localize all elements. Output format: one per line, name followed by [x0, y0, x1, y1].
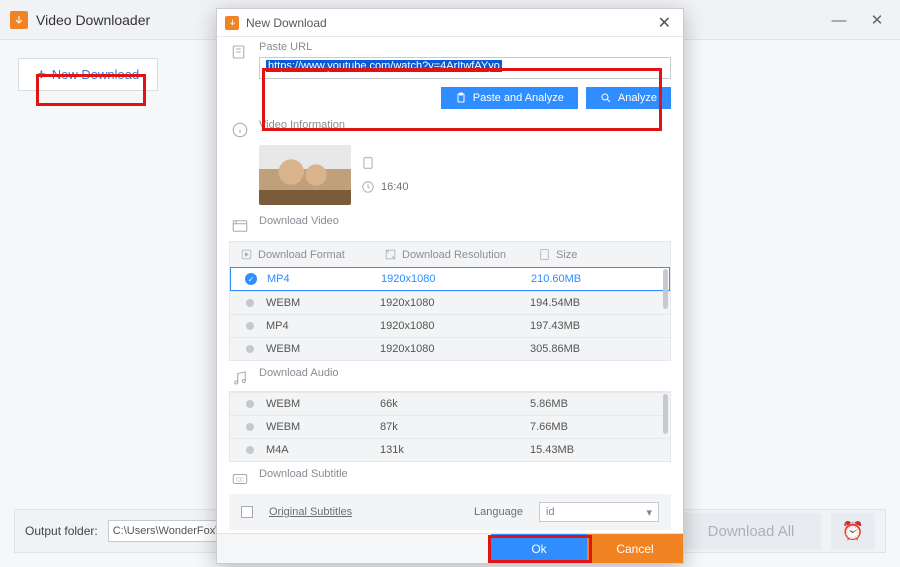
video-row[interactable]: WEBM 1920x1080 305.86MB [230, 337, 670, 360]
size-icon [538, 248, 551, 261]
new-download-label: New Download [52, 67, 139, 82]
audio-format-table: WEBM 66k 5.86MB WEBM 87k 7.66MB M4A 131k… [229, 391, 671, 462]
radio-icon [246, 446, 254, 454]
new-download-button[interactable]: + New Download [18, 58, 158, 91]
search-icon [600, 92, 612, 104]
download-subtitle-label: Download Subtitle [259, 468, 671, 480]
svg-text:CC: CC [236, 477, 244, 483]
url-input[interactable]: https://www.youtube.com/watch?v=4ArItwfA… [259, 57, 671, 79]
radio-icon [246, 423, 254, 431]
minimize-button[interactable]: — [820, 12, 858, 29]
audio-row[interactable]: WEBM 87k 7.66MB [230, 415, 670, 438]
plus-icon: + [37, 67, 46, 82]
dialog-footer: Ok Cancel [217, 533, 683, 563]
audio-scrollbar[interactable] [663, 394, 668, 434]
video-duration: 16:40 [381, 181, 409, 193]
app-logo-icon [10, 11, 28, 29]
audio-row[interactable]: M4A 131k 15.43MB [230, 438, 670, 461]
video-info-label: Video Information [259, 119, 671, 131]
resolution-icon [384, 248, 397, 261]
subtitle-options: Original Subtitles Language id ▾ [229, 494, 671, 530]
audio-icon [229, 369, 251, 387]
url-icon [229, 43, 251, 61]
download-all-button[interactable]: Download All [681, 513, 821, 549]
chevron-down-icon: ▾ [646, 506, 652, 519]
download-audio-label: Download Audio [259, 367, 671, 379]
schedule-button[interactable]: ⏰ [831, 513, 875, 549]
video-thumbnail [259, 145, 351, 205]
dialog-logo-icon [225, 16, 239, 30]
cancel-button[interactable]: Cancel [587, 534, 683, 563]
radio-icon [246, 400, 254, 408]
info-icon [229, 121, 251, 139]
video-row[interactable]: WEBM 1920x1080 194.54MB [230, 291, 670, 314]
video-format-table: Download Format Download Resolution Size… [229, 241, 671, 361]
audio-row[interactable]: WEBM 66k 5.86MB [230, 392, 670, 415]
download-video-label: Download Video [259, 215, 671, 227]
language-select[interactable]: id ▾ [539, 502, 659, 522]
dialog-close-button[interactable]: ✕ [654, 13, 675, 33]
dialog-title: New Download [246, 16, 327, 30]
original-subtitles-checkbox[interactable] [241, 506, 253, 518]
language-label: Language [474, 506, 523, 518]
radio-icon [246, 299, 254, 307]
radio-icon [246, 322, 254, 330]
file-icon [361, 156, 375, 170]
clock-icon [361, 180, 375, 194]
video-row[interactable]: ✓ MP4 1920x1080 210.60MB [230, 267, 670, 291]
new-download-dialog: New Download ✕ Paste URL https://www.you… [216, 8, 684, 564]
ok-button[interactable]: Ok [491, 534, 587, 563]
video-icon [229, 217, 251, 235]
analyze-button[interactable]: Analyze [586, 87, 671, 109]
video-row[interactable]: MP4 1920x1080 197.43MB [230, 314, 670, 337]
dialog-titlebar: New Download ✕ [217, 9, 683, 37]
paste-and-analyze-button[interactable]: Paste and Analyze [441, 87, 578, 109]
app-title: Video Downloader [36, 12, 150, 28]
clock-icon: ⏰ [842, 521, 864, 542]
subtitle-icon: CC [229, 470, 251, 488]
paste-url-label: Paste URL [259, 41, 671, 53]
clipboard-icon [455, 92, 467, 104]
radio-icon [246, 345, 254, 353]
format-icon [240, 248, 253, 261]
check-icon: ✓ [245, 273, 257, 285]
original-subtitles-label[interactable]: Original Subtitles [269, 506, 352, 518]
close-button[interactable]: ✕ [858, 11, 896, 29]
output-folder-label: Output folder: [25, 524, 98, 538]
video-scrollbar[interactable] [663, 269, 668, 309]
